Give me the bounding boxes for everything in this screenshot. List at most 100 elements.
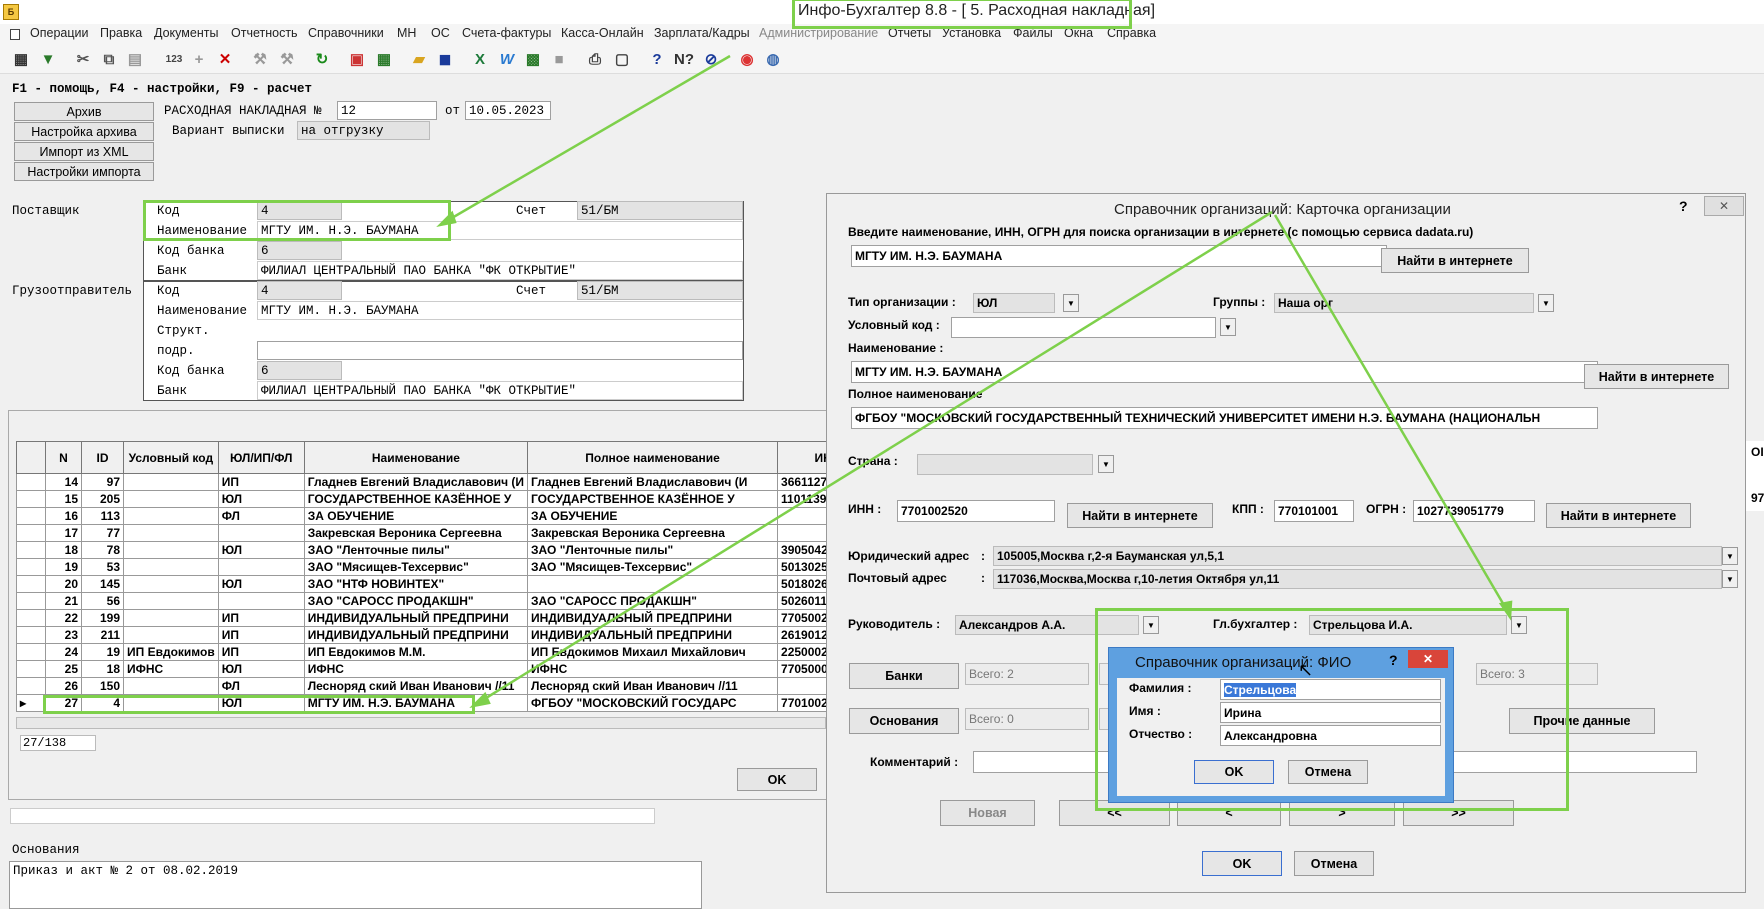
- menu-reporting[interactable]: Отчетность: [231, 26, 298, 40]
- online-search-input[interactable]: МГТУ ИМ. Н.Э. БАУМАНА: [851, 245, 1387, 267]
- new-org-button[interactable]: Новая: [940, 800, 1035, 826]
- nav-next-button[interactable]: >: [1289, 800, 1395, 826]
- row-indicator[interactable]: [16, 677, 46, 695]
- menu-help[interactable]: Справка: [1107, 26, 1156, 40]
- cell-full-name[interactable]: ЗАО "САРОСС ПРОДАКШН": [527, 592, 779, 610]
- row-indicator[interactable]: [16, 592, 46, 610]
- banks-button[interactable]: Банки: [849, 663, 959, 689]
- cell-name[interactable]: ИНДИВИДУАЛЬНЫЙ ПРЕДПРИНИ: [303, 626, 529, 644]
- cut-icon[interactable]: ✂: [72, 48, 94, 70]
- menu-operations[interactable]: Операции: [30, 26, 88, 40]
- cell-full-name[interactable]: Лесноряд ский Иван Иванович //11: [527, 677, 779, 695]
- row-indicator[interactable]: [16, 541, 46, 559]
- cell-type[interactable]: ЮЛ: [217, 490, 305, 508]
- row-indicator[interactable]: ▸: [16, 694, 46, 712]
- supplier-bank-code-field[interactable]: 6: [257, 241, 342, 260]
- cell-full-name[interactable]: ЗАО "Ленточные пилы": [527, 541, 779, 559]
- import-settings-button[interactable]: Настройки импорта: [14, 162, 154, 181]
- cell-n[interactable]: 26: [45, 677, 82, 695]
- menu-documents[interactable]: Документы: [154, 26, 218, 40]
- cell-n[interactable]: 25: [45, 660, 82, 678]
- col-header-name[interactable]: Наименование: [303, 441, 529, 474]
- paste-icon[interactable]: ▤: [124, 48, 146, 70]
- cell-n[interactable]: 14: [45, 473, 82, 491]
- cell-type[interactable]: ЮЛ: [217, 541, 305, 559]
- supplier-code-field[interactable]: 4: [257, 201, 342, 220]
- cell-cond-code[interactable]: [123, 490, 219, 508]
- numbering-icon[interactable]: 123: [163, 48, 185, 70]
- supplier-account-field[interactable]: 51/БМ: [577, 201, 743, 220]
- table-row[interactable]: ▸ 27 4 ЮЛ МГТУ ИМ. Н.Э. БАУМАНА ФГБОУ "МОСКОВ…: [16, 694, 879, 712]
- save-icon[interactable]: ◼: [434, 48, 456, 70]
- cell-n[interactable]: 20: [45, 575, 82, 593]
- tool2-icon[interactable]: ⚒: [276, 48, 298, 70]
- cell-type[interactable]: ФЛ: [217, 677, 305, 695]
- cell-type[interactable]: ЮЛ: [217, 575, 305, 593]
- org-table[interactable]: N ID Условный код ЮЛ/ИП/ФЛ Наименование …: [16, 441, 879, 712]
- cell-cond-code[interactable]: [123, 575, 219, 593]
- org-card-close-button[interactable]: ✕: [1704, 196, 1744, 216]
- cell-full-name[interactable]: ИНДИВИДУАЛЬНЫЙ ПРЕДПРИНИ: [527, 609, 779, 627]
- org-type-dropdown-icon[interactable]: ▼: [1063, 294, 1079, 312]
- fio-cancel-button[interactable]: Отмена: [1288, 760, 1368, 784]
- cell-id[interactable]: 97: [81, 473, 124, 491]
- cell-name[interactable]: ЗА ОБУЧЕНИЕ: [303, 507, 529, 525]
- cell-n[interactable]: 21: [45, 592, 82, 610]
- cell-name[interactable]: ЗАО "НТФ НОВИНТЕХ": [303, 575, 529, 593]
- groups-dropdown-icon[interactable]: ▼: [1538, 294, 1554, 312]
- row-indicator[interactable]: [16, 626, 46, 644]
- table-row[interactable]: 24 19 ИП Евдокимов ИП ИП Евдокимов М.М. ИП Ев…: [16, 643, 879, 661]
- archive-settings-button[interactable]: Настройка архива: [14, 122, 154, 141]
- col-header-cond-code[interactable]: Условный код: [123, 441, 219, 474]
- cell-id[interactable]: 199: [81, 609, 124, 627]
- cell-cond-code[interactable]: [123, 507, 219, 525]
- cell-full-name[interactable]: ЗА ОБУЧЕНИЕ: [527, 507, 779, 525]
- ogrn-field[interactable]: 1027739051779: [1413, 500, 1535, 522]
- find-online-button-1[interactable]: Найти в интернете: [1381, 248, 1529, 273]
- table-row[interactable]: 26 150 ФЛ Лесноряд ский Иван Иванович //11 Л…: [16, 677, 879, 695]
- row-indicator[interactable]: [16, 558, 46, 576]
- cell-cond-code[interactable]: [123, 609, 219, 627]
- org-card-help-button[interactable]: ?: [1679, 198, 1688, 214]
- table-row[interactable]: 18 78 ЮЛ ЗАО "Ленточные пилы" ЗАО "Ленточные…: [16, 541, 879, 559]
- context-help-icon[interactable]: N?: [673, 48, 695, 70]
- fio-close-button[interactable]: ✕: [1408, 650, 1448, 668]
- legal-address-dropdown-icon[interactable]: ▼: [1722, 547, 1738, 565]
- document-icon[interactable]: ▣: [346, 48, 368, 70]
- shipper-subdivision-field[interactable]: [257, 341, 743, 360]
- cell-type[interactable]: ИП: [217, 609, 305, 627]
- cell-id[interactable]: 19: [81, 643, 124, 661]
- cell-n[interactable]: 15: [45, 490, 82, 508]
- compass-icon[interactable]: ⊘: [700, 48, 722, 70]
- cell-cond-code[interactable]: [123, 592, 219, 610]
- cell-name[interactable]: Лесноряд ский Иван Иванович //11: [303, 677, 529, 695]
- menu-cash-online[interactable]: Касса-Онлайн: [561, 26, 644, 40]
- cell-name[interactable]: Гладнев Евгений Владиславович (И: [303, 473, 529, 491]
- org-card-ok-button[interactable]: OK: [1202, 851, 1282, 876]
- shipper-bank-field[interactable]: ФИЛИАЛ ЦЕНТРАЛЬНЫЙ ПАО БАНКА "ФК ОТКРЫТИ…: [257, 381, 743, 400]
- cell-type[interactable]: ФЛ: [217, 507, 305, 525]
- menu-os[interactable]: ОС: [431, 26, 450, 40]
- menu-reports[interactable]: Отчеты: [888, 26, 931, 40]
- excel-icon[interactable]: X: [469, 48, 491, 70]
- org-type-field[interactable]: ЮЛ: [973, 293, 1055, 313]
- menu-invoices[interactable]: Счета-фактуры: [462, 26, 551, 40]
- chief-accountant-field[interactable]: Стрельцова И.А.: [1309, 615, 1507, 635]
- help-icon[interactable]: ?: [646, 48, 668, 70]
- row-indicator[interactable]: [16, 490, 46, 508]
- cell-n[interactable]: 16: [45, 507, 82, 525]
- variant-field[interactable]: на отгрузку: [297, 121, 430, 140]
- table-row[interactable]: 25 18 ИФНС ЮЛ ИФНС ИФНС 7705000002: [16, 660, 879, 678]
- table-row[interactable]: 20 145 ЮЛ ЗАО "НТФ НОВИНТЕХ" 5018026312: [16, 575, 879, 593]
- cell-name[interactable]: ЗАО "САРОСС ПРОДАКШН": [303, 592, 529, 610]
- cell-cond-code[interactable]: [123, 677, 219, 695]
- cell-name[interactable]: ЗАО "Ленточные пилы": [303, 541, 529, 559]
- nav-prev-button[interactable]: <: [1177, 800, 1281, 826]
- grid-icon[interactable]: ▦: [10, 48, 32, 70]
- cell-name[interactable]: ИФНС: [303, 660, 529, 678]
- tool-icon[interactable]: ⚒: [249, 48, 271, 70]
- org-card-cancel-button[interactable]: Отмена: [1294, 851, 1374, 876]
- cell-full-name[interactable]: ФГБОУ "МОСКОВСКИЙ ГОСУДАРС: [527, 694, 779, 712]
- cell-name[interactable]: ЗАО "Мясищев-Техсервис": [303, 558, 529, 576]
- cell-name[interactable]: МГТУ ИМ. Н.Э. БАУМАНА: [303, 694, 529, 712]
